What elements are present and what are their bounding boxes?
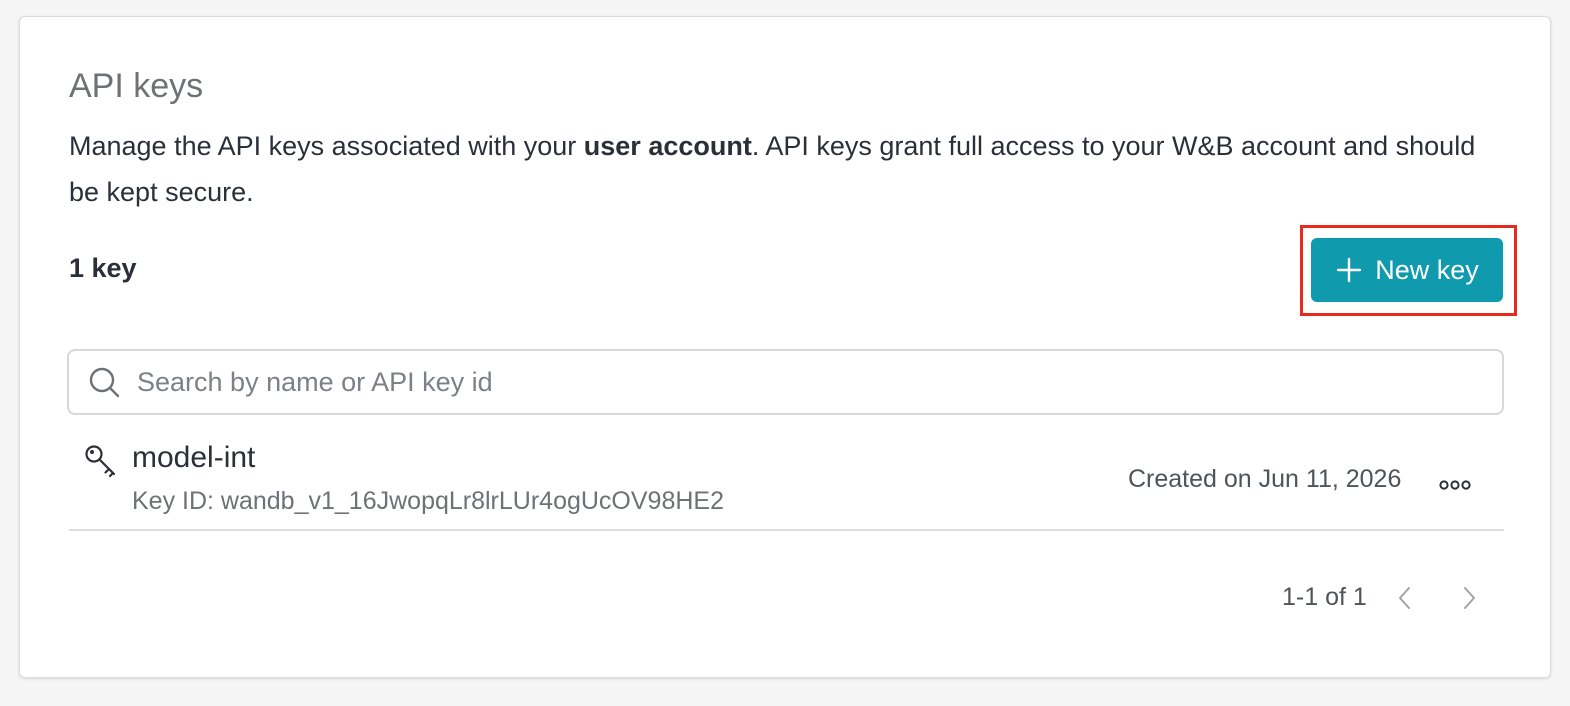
new-key-button[interactable]: New key — [1311, 238, 1503, 302]
more-options-icon — [1439, 480, 1471, 490]
chevron-right-icon — [1464, 587, 1475, 609]
plus-icon — [1337, 257, 1362, 283]
more-options-button[interactable] — [1437, 477, 1473, 493]
previous-page-button[interactable] — [1391, 583, 1417, 613]
pagination-label: 1-1 of 1 — [1282, 583, 1367, 611]
api-key-row: model-int Key ID: wandb_v1_16JwopqLr8lrL… — [69, 437, 1504, 531]
description-bold: user account — [583, 131, 752, 161]
search-box — [67, 349, 1504, 415]
section-title: API keys — [69, 67, 204, 105]
key-icon — [85, 445, 116, 478]
key-created-date: Created on Jun 11, 2026 — [1128, 465, 1402, 493]
new-key-label: New key — [1375, 254, 1479, 285]
search-input[interactable] — [137, 366, 1502, 398]
keys-count: 1 key — [69, 253, 137, 283]
next-page-button[interactable] — [1457, 583, 1483, 613]
search-icon — [89, 367, 120, 398]
key-name: model-int — [132, 441, 256, 474]
description-text-start: Manage the API keys associated with your — [69, 131, 584, 161]
key-id: Key ID: wandb_v1_16JwopqLr8lrLUr4ogUcOV9… — [132, 487, 724, 515]
chevron-left-icon — [1399, 587, 1410, 609]
api-keys-card: API keys Manage the API keys associated … — [19, 16, 1551, 678]
section-description: Manage the API keys associated with your… — [69, 123, 1489, 215]
